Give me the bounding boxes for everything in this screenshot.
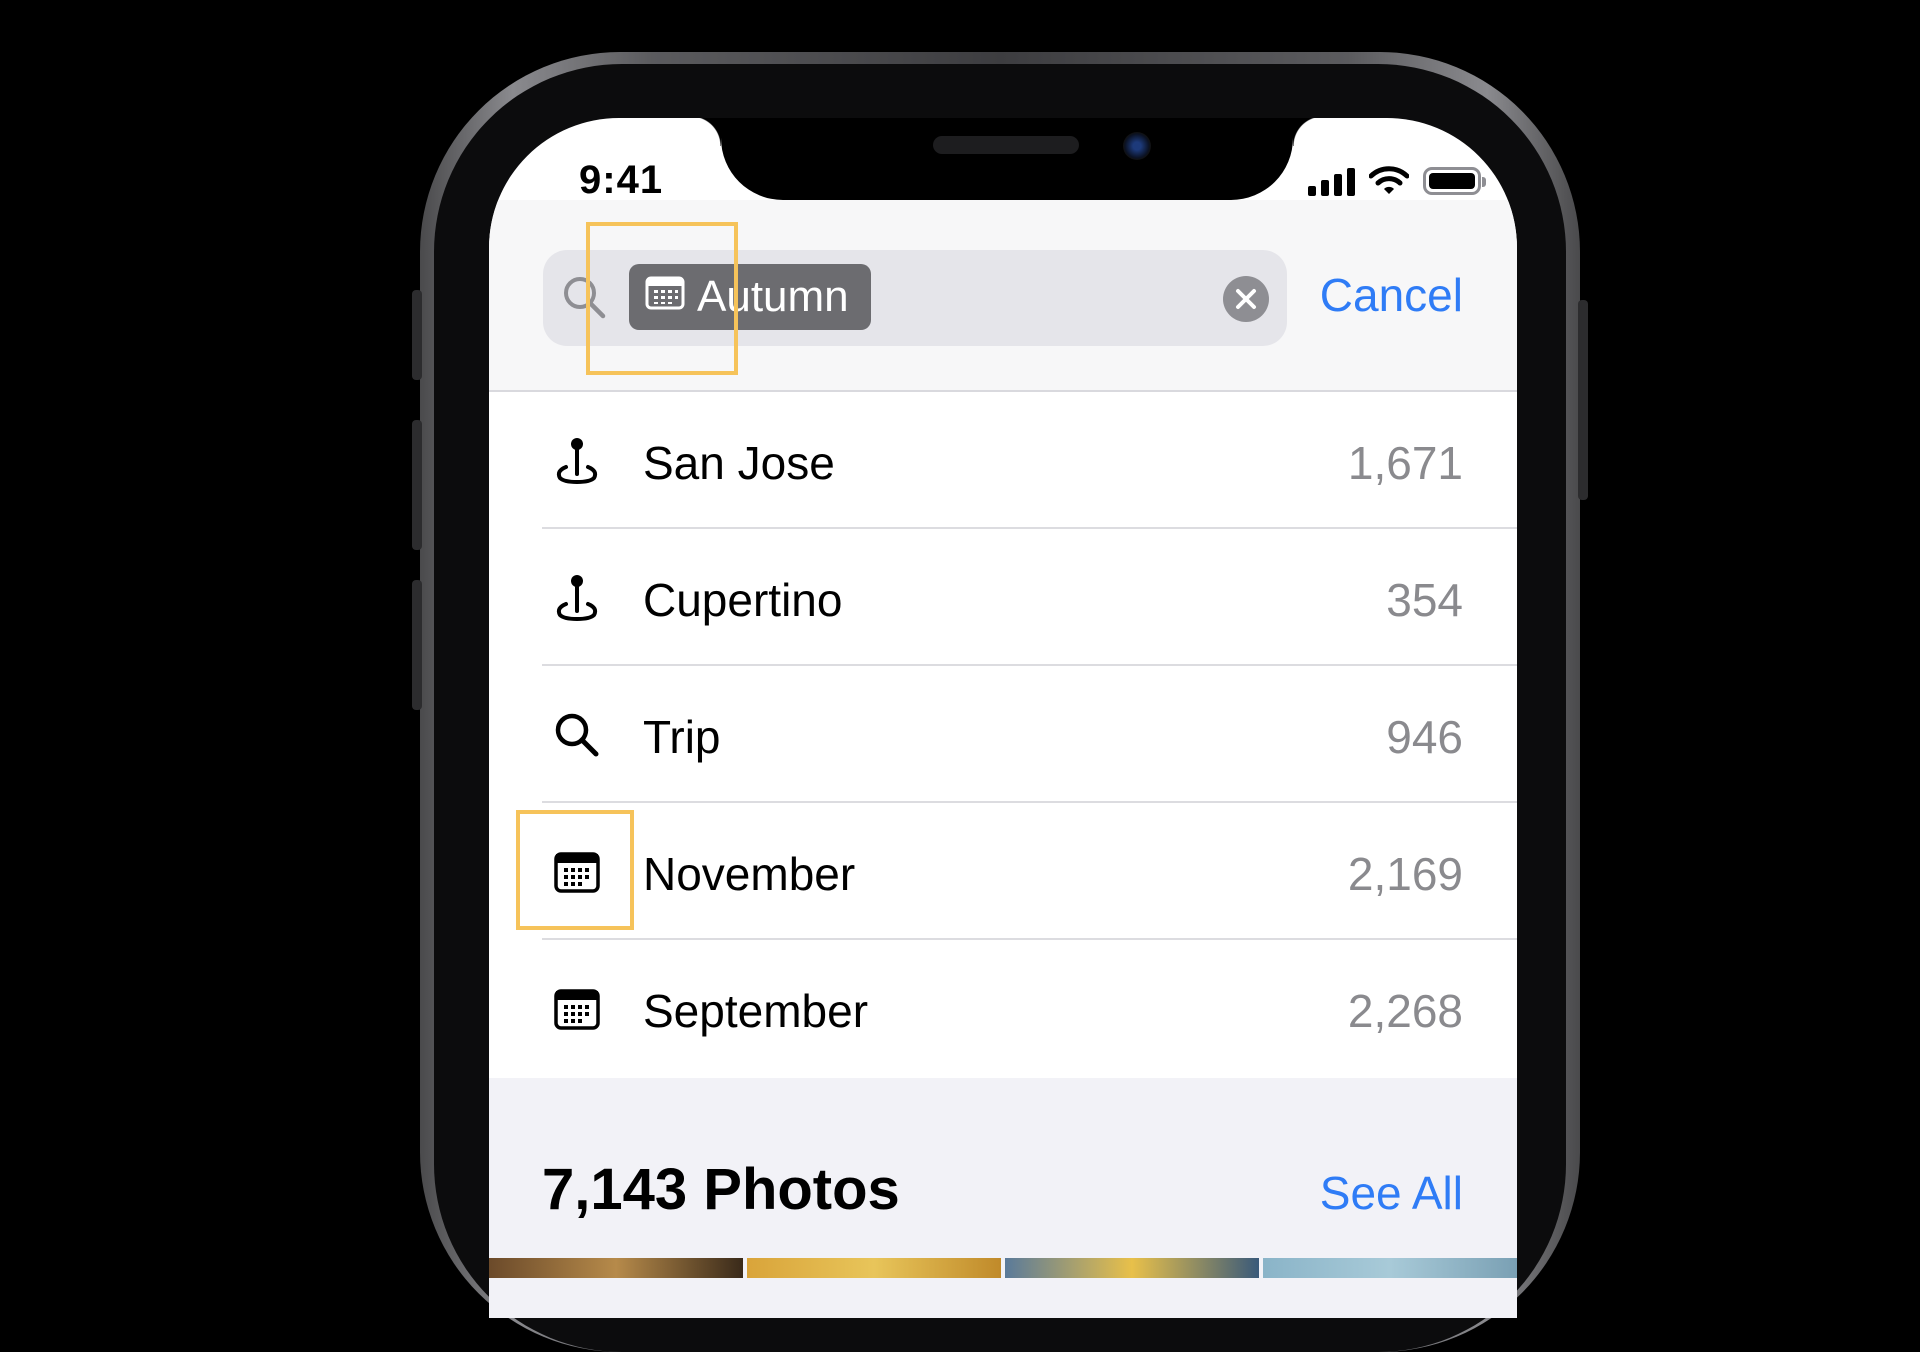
suggestion-row-trip[interactable]: Trip 946	[489, 666, 1517, 803]
wifi-icon	[1369, 166, 1409, 194]
photo-thumbnail[interactable]	[747, 1258, 1001, 1278]
highlight-box	[586, 222, 738, 375]
suggestion-label: Trip	[643, 711, 721, 763]
speaker-grille	[933, 136, 1079, 154]
suggestion-label: San Jose	[643, 437, 835, 489]
photo-thumbnail[interactable]	[1005, 1258, 1259, 1278]
photos-count-title: 7,143 Photos	[542, 1157, 900, 1222]
battery-icon	[1423, 167, 1486, 195]
power-button	[1578, 300, 1588, 500]
cancel-button[interactable]: Cancel	[1320, 268, 1463, 322]
notch	[691, 118, 1323, 200]
map-pin-icon	[551, 572, 603, 624]
suggestion-count: 1,671	[1347, 437, 1463, 489]
suggestion-list: San Jose 1,671 Cupertino 354 Trip 946 No…	[489, 392, 1517, 1077]
status-icons	[1308, 166, 1486, 196]
volume-button	[412, 420, 422, 550]
volume-button	[412, 580, 422, 710]
photo-thumbnail-strip	[489, 1258, 1517, 1278]
photo-thumbnail[interactable]	[1263, 1258, 1517, 1278]
suggestion-row-san-jose[interactable]: San Jose 1,671	[489, 392, 1517, 529]
suggestion-label: September	[643, 985, 869, 1037]
photo-thumbnail[interactable]	[489, 1258, 743, 1278]
cellular-signal-icon	[1308, 166, 1355, 196]
magnifier-icon	[551, 709, 603, 761]
front-camera	[1123, 132, 1151, 160]
volume-button	[412, 290, 422, 380]
photos-section: 7,143 Photos See All	[489, 1078, 1517, 1318]
highlight-box	[516, 810, 634, 930]
suggestion-row-cupertino[interactable]: Cupertino 354	[489, 529, 1517, 666]
suggestion-label: Cupertino	[643, 574, 843, 626]
calendar-icon	[551, 983, 603, 1035]
suggestion-label: November	[643, 848, 856, 900]
suggestion-row-november[interactable]: November 2,169	[489, 803, 1517, 940]
map-pin-icon	[551, 435, 603, 487]
close-icon	[1236, 289, 1256, 309]
status-time: 9:41	[579, 158, 664, 202]
suggestion-count: 2,169	[1347, 848, 1463, 900]
suggestion-count: 2,268	[1347, 985, 1463, 1037]
clear-search-button[interactable]	[1223, 276, 1269, 322]
see-all-button[interactable]: See All	[1320, 1166, 1463, 1220]
suggestion-count: 946	[1386, 711, 1463, 763]
suggestion-row-september[interactable]: September 2,268	[489, 940, 1517, 1077]
suggestion-count: 354	[1386, 574, 1463, 626]
